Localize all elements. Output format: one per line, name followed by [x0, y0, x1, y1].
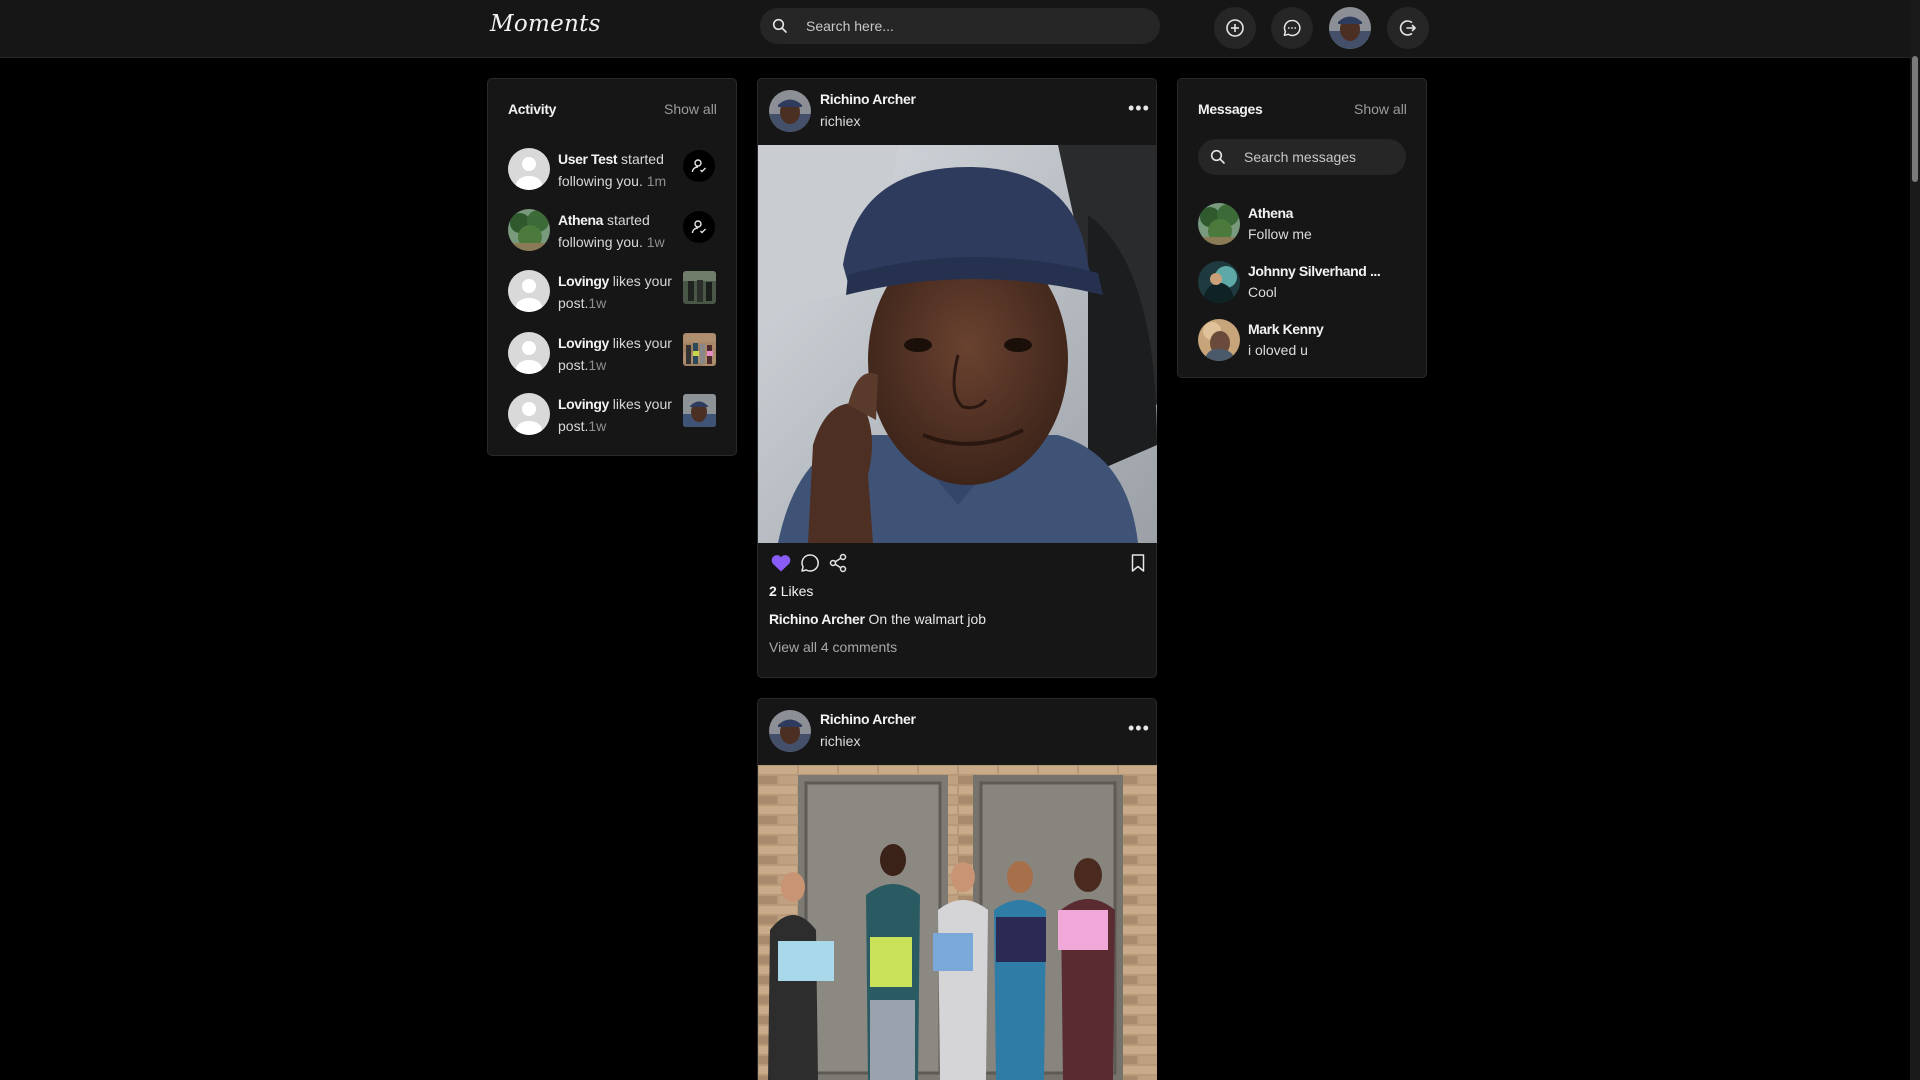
activity-time: 1w: [588, 295, 607, 311]
activity-user[interactable]: User Test: [558, 151, 618, 167]
post-author-username[interactable]: richiex: [820, 113, 860, 129]
messages-title: Messages: [1198, 101, 1263, 117]
avatar[interactable]: [508, 332, 550, 374]
caption-author[interactable]: Richino Archer: [769, 611, 865, 627]
chat-bubble-icon: [1283, 19, 1301, 37]
likes-count[interactable]: 2 Likes: [769, 583, 813, 599]
message-preview: i oloved u: [1248, 342, 1308, 358]
message-thread[interactable]: Johnny Silverhand ... Cool: [1198, 261, 1418, 307]
activity-show-all-link[interactable]: Show all: [664, 101, 717, 117]
avatar: [1329, 7, 1371, 49]
selfie-photo: [758, 145, 1157, 543]
activity-title: Activity: [508, 101, 557, 117]
post-image[interactable]: [758, 765, 1157, 1080]
activity-user[interactable]: Athena: [558, 212, 603, 228]
avatar[interactable]: [508, 209, 550, 251]
activity-text: User Test started following you. 1m: [558, 148, 678, 192]
like-heart-icon[interactable]: [770, 553, 792, 573]
message-thread[interactable]: Athena Follow me: [1198, 203, 1418, 249]
avatar[interactable]: [508, 393, 550, 435]
activity-text: Lovingy likes your post.1w: [558, 332, 678, 376]
profile-avatar-button[interactable]: [1329, 7, 1371, 49]
message-thread[interactable]: Mark Kenny i oloved u: [1198, 319, 1418, 365]
message-preview: Cool: [1248, 284, 1277, 300]
message-sender: Mark Kenny: [1248, 321, 1324, 337]
post-image[interactable]: [758, 145, 1157, 543]
caption-text: On the walmart job: [864, 611, 987, 627]
liked-post-thumbnail[interactable]: [683, 394, 716, 427]
avatar[interactable]: [508, 270, 550, 312]
comment-icon[interactable]: [800, 553, 820, 573]
likes-label: Likes: [780, 583, 814, 599]
likes-number: 2: [769, 583, 777, 599]
liked-post-thumbnail[interactable]: [683, 333, 716, 366]
logout-button[interactable]: [1387, 7, 1429, 49]
messages-card: Messages Show all Athena Follow me Johnn…: [1177, 78, 1427, 378]
post-author-avatar[interactable]: [769, 710, 811, 752]
activity-user[interactable]: Lovingy: [558, 396, 609, 412]
search-icon: [772, 18, 787, 33]
post-caption: Richino Archer On the walmart job: [769, 611, 986, 627]
post-author-name[interactable]: Richino Archer: [820, 711, 916, 727]
activity-item[interactable]: Lovingy likes your post.1w: [508, 329, 718, 379]
app-logo[interactable]: Moments: [490, 11, 601, 37]
avatar[interactable]: [1198, 203, 1240, 245]
activity-user[interactable]: Lovingy: [558, 273, 609, 289]
logout-icon: [1399, 20, 1416, 36]
search-input[interactable]: [806, 8, 1146, 44]
activity-card: Activity Show all User Test started foll…: [487, 78, 737, 456]
user-check-icon: [691, 220, 706, 234]
activity-text: Lovingy likes your post.1w: [558, 393, 678, 437]
message-preview: Follow me: [1248, 226, 1312, 242]
activity-text: Athena started following you. 1w: [558, 209, 678, 253]
liked-post-thumbnail[interactable]: [683, 271, 716, 304]
activity-item[interactable]: User Test started following you. 1m: [508, 145, 718, 195]
more-options-icon[interactable]: •••: [1128, 719, 1150, 737]
activity-item[interactable]: Lovingy likes your post.1w: [508, 267, 718, 317]
follow-back-button[interactable]: [683, 150, 715, 182]
activity-text: Lovingy likes your post.1w: [558, 270, 678, 314]
activity-item[interactable]: Lovingy likes your post.1w: [508, 390, 718, 440]
group-photo: [758, 765, 1157, 1080]
activity-time: 1w: [588, 418, 607, 434]
post-author-username[interactable]: richiex: [820, 733, 860, 749]
plus-circle-icon: [1226, 19, 1244, 37]
global-search[interactable]: [760, 8, 1160, 44]
post-card: Richino Archer richiex •••: [757, 698, 1157, 1080]
messages-button[interactable]: [1271, 7, 1313, 49]
create-post-button[interactable]: [1214, 7, 1256, 49]
activity-time: 1m: [642, 173, 667, 189]
activity-user[interactable]: Lovingy: [558, 335, 609, 351]
post-author-name[interactable]: Richino Archer: [820, 91, 916, 107]
message-sender: Athena: [1248, 205, 1294, 221]
top-navigation-bar: Moments: [0, 0, 1910, 58]
post-author-avatar[interactable]: [769, 90, 811, 132]
activity-item[interactable]: Athena started following you. 1w: [508, 206, 718, 256]
scrollbar-thumb[interactable]: [1912, 56, 1918, 182]
follow-back-button[interactable]: [683, 211, 715, 243]
avatar[interactable]: [1198, 319, 1240, 361]
activity-time: 1w: [588, 357, 607, 373]
post-card: Richino Archer richiex •••: [757, 78, 1157, 678]
avatar[interactable]: [1198, 261, 1240, 303]
avatar[interactable]: [508, 148, 550, 190]
bookmark-icon[interactable]: [1130, 553, 1146, 573]
view-comments-link[interactable]: View all 4 comments: [769, 639, 897, 655]
user-check-icon: [691, 159, 706, 173]
activity-time: 1w: [642, 234, 665, 250]
message-sender: Johnny Silverhand ...: [1248, 263, 1381, 279]
share-icon[interactable]: [828, 553, 848, 573]
page-scrollbar[interactable]: [1910, 0, 1920, 1080]
messages-show-all-link[interactable]: Show all: [1354, 101, 1407, 117]
message-search-input[interactable]: [1244, 139, 1394, 175]
more-options-icon[interactable]: •••: [1128, 99, 1150, 117]
message-search[interactable]: [1198, 139, 1406, 175]
search-icon: [1210, 149, 1225, 164]
